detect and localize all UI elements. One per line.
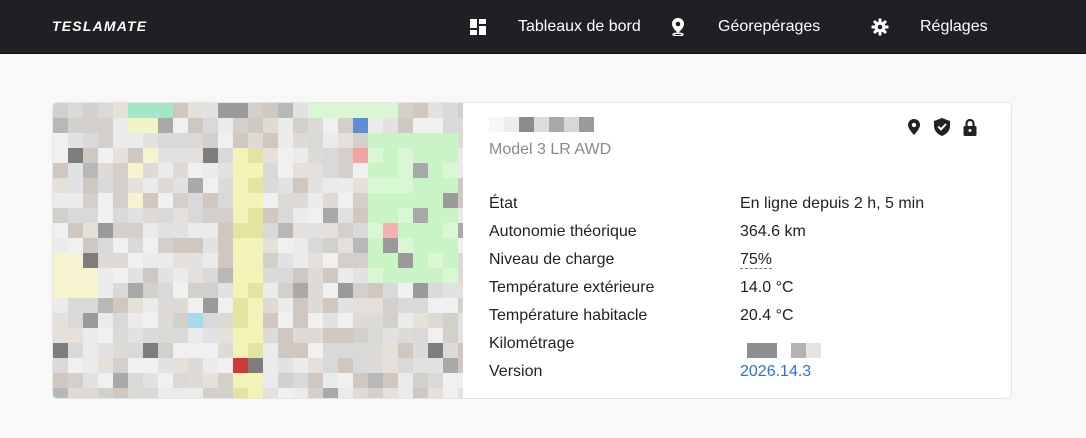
detail-label: Version <box>489 363 543 380</box>
gear-icon[interactable] <box>870 17 890 37</box>
car-summary-card: Model 3 LR AWD État En ligne depuis 2 h,… <box>52 102 1012 399</box>
nav-settings-label: Réglages <box>920 18 988 35</box>
detail-label: État <box>489 195 518 212</box>
nav-geofences[interactable]: Géorepérages <box>718 0 820 54</box>
detail-value: 14.0 °C <box>740 279 794 296</box>
detail-value: 364.6 km <box>740 223 806 240</box>
detail-label: Température habitacle <box>489 307 648 324</box>
nav-dashboards-label: Tableaux de bord <box>518 18 641 35</box>
location-pin-icon <box>905 117 923 137</box>
nav-settings[interactable]: Réglages <box>920 0 988 54</box>
detail-label: Niveau de charge <box>489 251 615 268</box>
shield-check-icon <box>933 117 951 137</box>
dashboard-icon[interactable] <box>468 17 488 37</box>
brand-logo[interactable]: TESLAMATE <box>52 18 147 34</box>
car-name-redacted <box>489 117 609 135</box>
detail-label: Température extérieure <box>489 279 655 296</box>
detail-label: Autonomie théorique <box>489 223 637 240</box>
map-pin-icon[interactable] <box>668 17 688 37</box>
lock-icon <box>961 117 979 137</box>
nav-geofences-label: Géorepérages <box>718 18 821 35</box>
top-navbar: TESLAMATE Tableaux de bord Géorepérages <box>0 0 1086 54</box>
detail-label: Kilométrage <box>489 335 575 352</box>
battery-level-value[interactable]: 75% <box>740 251 773 269</box>
status-icons <box>905 117 979 137</box>
car-location-map[interactable] <box>53 103 463 398</box>
detail-value: En ligne depuis 2 h, 5 min <box>740 195 925 212</box>
car-model: Model 3 LR AWD <box>489 141 612 158</box>
nav-dashboards[interactable]: Tableaux de bord <box>518 0 641 54</box>
detail-value: 20.4 °C <box>740 307 794 324</box>
version-link[interactable]: 2026.14.3 <box>740 363 811 380</box>
